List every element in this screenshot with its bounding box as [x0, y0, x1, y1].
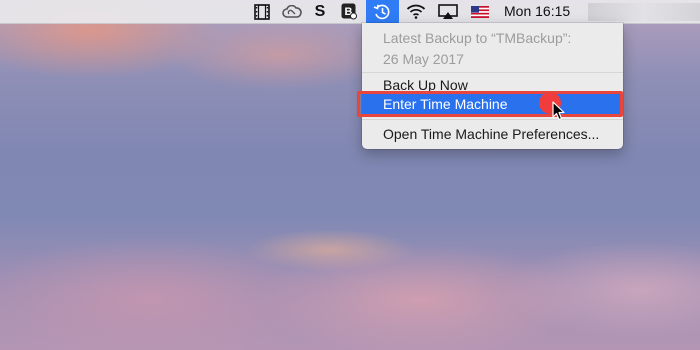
open-preferences-item[interactable]: Open Time Machine Preferences... — [362, 124, 623, 144]
wifi-icon[interactable] — [405, 2, 427, 21]
latest-backup-label: Latest Backup to “TMBackup”: — [383, 30, 572, 46]
time-machine-icon — [373, 4, 390, 20]
user-name-redacted — [588, 3, 700, 21]
time-machine-menu-extra[interactable] — [366, 0, 399, 23]
s-app-icon[interactable]: S — [312, 2, 328, 21]
b-app-icon[interactable]: B — [340, 2, 358, 21]
time-machine-menu: Latest Backup to “TMBackup”: 26 May 2017… — [362, 23, 623, 149]
flag-us-icon[interactable] — [470, 2, 490, 21]
highlight-annotation-box — [357, 91, 623, 117]
menu-bar: S B Mon 16:15 — [0, 0, 700, 24]
latest-backup-info: Latest Backup to “TMBackup”: 26 May 2017 — [383, 28, 571, 70]
airplay-icon[interactable] — [438, 2, 458, 21]
menu-separator — [362, 119, 623, 120]
mouse-cursor-icon — [552, 101, 565, 121]
film-strip-icon[interactable] — [253, 2, 271, 21]
latest-backup-date: 26 May 2017 — [383, 51, 464, 67]
menubar-clock[interactable]: Mon 16:15 — [504, 3, 570, 19]
menu-separator — [362, 72, 623, 73]
creative-cloud-icon[interactable] — [281, 2, 303, 21]
open-preferences-label: Open Time Machine Preferences... — [383, 126, 600, 142]
